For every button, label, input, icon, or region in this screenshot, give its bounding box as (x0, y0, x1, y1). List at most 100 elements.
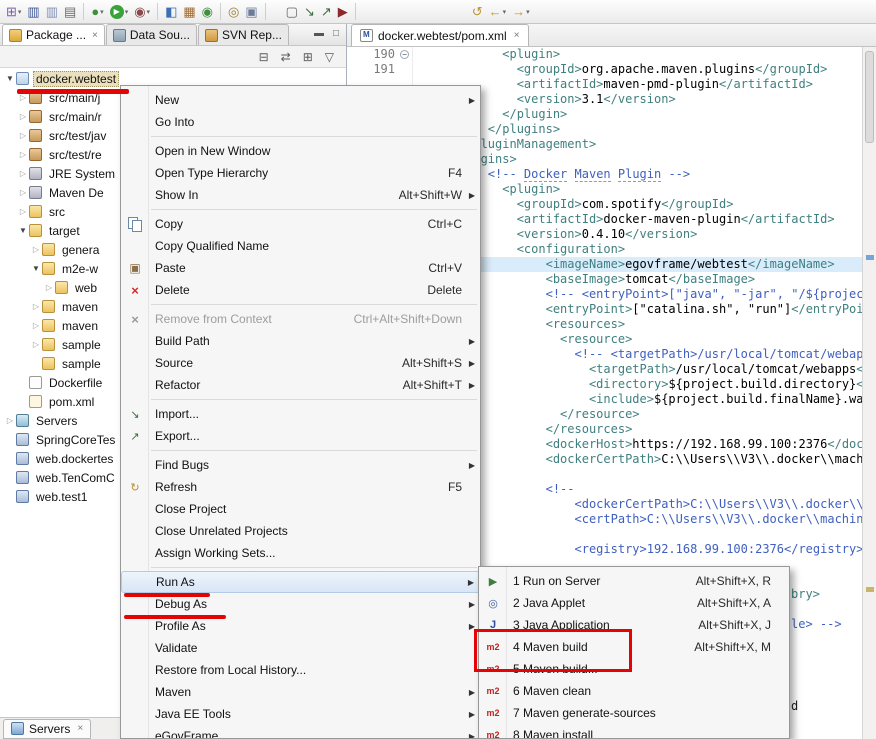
collapsed-arrow-icon[interactable]: ▷ (17, 169, 29, 178)
export-button[interactable]: ↗ (319, 2, 334, 22)
minimize-view-icon[interactable]: ▬ (314, 28, 324, 39)
expanded-arrow-icon[interactable]: ▼ (4, 74, 16, 83)
dropdown-arrow-icon[interactable]: ▾ (18, 8, 22, 16)
runas-item-7-maven-generate-sources[interactable]: m27 Maven generate-sources (479, 702, 789, 724)
maximize-view-icon[interactable]: □ (333, 28, 339, 39)
runas-item-2-java-applet[interactable]: ◎2 Java AppletAlt+Shift+X, A (479, 592, 789, 614)
export-icon: ↗ (321, 5, 332, 18)
last-edit-location-button[interactable]: ↺ (470, 2, 485, 22)
menu-item-validate[interactable]: Validate (121, 637, 480, 659)
menu-item-maven[interactable]: Maven▶ (121, 681, 480, 703)
collapsed-arrow-icon[interactable]: ▷ (17, 93, 29, 102)
collapsed-arrow-icon[interactable]: ▷ (4, 416, 16, 425)
menu-item-open-in-new-window[interactable]: Open in New Window (121, 140, 480, 162)
new-wizard-button[interactable]: ⊞▾ (4, 2, 23, 22)
save-button[interactable]: ▥ (25, 2, 41, 22)
collapsed-arrow-icon[interactable]: ▷ (17, 188, 29, 197)
menu-item-refresh[interactable]: ↻RefreshF5 (121, 476, 480, 498)
folder-icon (42, 300, 55, 313)
view-menu-icon[interactable]: ▽ (325, 50, 334, 64)
menu-item-shortcut: F5 (424, 480, 462, 494)
menu-item-show-in[interactable]: Show InAlt+Shift+W▶ (121, 184, 480, 206)
menu-item-delete[interactable]: ×DeleteDelete (121, 279, 480, 301)
menu-item-close-unrelated-projects[interactable]: Close Unrelated Projects (121, 520, 480, 542)
external-tools-button[interactable]: ◉▾ (132, 2, 152, 22)
m2-icon: m2 (484, 683, 502, 699)
link-with-editor-icon[interactable]: ⇄ (281, 50, 291, 64)
expanded-arrow-icon[interactable]: ▼ (17, 226, 29, 235)
run-button[interactable]: ▶▾ (108, 2, 131, 22)
menu-item-open-type-hierarchy[interactable]: Open Type HierarchyF4 (121, 162, 480, 184)
collapsed-arrow-icon[interactable]: ▷ (30, 321, 42, 330)
tab-label: Package ... (26, 28, 86, 42)
menu-item-java-ee-tools[interactable]: Java EE Tools▶ (121, 703, 480, 725)
new-package-button[interactable]: ▦ (181, 2, 197, 22)
dropdown-arrow-icon[interactable]: ▾ (100, 8, 104, 16)
menu-item-remove-from-context[interactable]: ×Remove from ContextCtrl+Alt+Shift+Down (121, 308, 480, 330)
open-task-icon: ▣ (245, 5, 257, 18)
collapsed-arrow-icon[interactable]: ▷ (17, 150, 29, 159)
project-icon (16, 72, 29, 85)
menu-item-restore-from-local-history[interactable]: Restore from Local History... (121, 659, 480, 681)
debug-button[interactable]: ●▾ (89, 2, 105, 22)
collapsed-arrow-icon[interactable]: ▷ (43, 283, 55, 292)
xml-icon (29, 395, 42, 408)
focus-view-icon[interactable]: ⊞ (303, 50, 313, 64)
menu-item-close-project[interactable]: Close Project (121, 498, 480, 520)
menu-item-egovframe[interactable]: eGovFrame▶ (121, 725, 480, 739)
menu-item-source[interactable]: SourceAlt+Shift+S▶ (121, 352, 480, 374)
menu-item-label: Profile As (155, 619, 206, 633)
runas-item-8-maven-install[interactable]: m28 Maven install (479, 724, 789, 739)
menu-item-paste[interactable]: ▣PasteCtrl+V (121, 257, 480, 279)
close-icon[interactable]: × (77, 723, 83, 734)
back-button[interactable]: ←▾ (487, 2, 509, 22)
overview-ruler-scrollbar[interactable] (862, 47, 876, 739)
menu-item-find-bugs[interactable]: Find Bugs▶ (121, 454, 480, 476)
collapsed-arrow-icon[interactable]: ▷ (17, 131, 29, 140)
close-icon[interactable]: × (92, 30, 98, 41)
tab-package-explorer[interactable]: Package ... × (2, 24, 105, 45)
close-icon[interactable]: × (514, 30, 520, 41)
collapsed-arrow-icon[interactable]: ▷ (17, 207, 29, 216)
collapse-all-icon[interactable]: ⊟ (259, 50, 269, 64)
menu-item-run-as[interactable]: Run As▶ (121, 571, 480, 593)
tab-servers-view[interactable]: Servers × (3, 719, 91, 739)
tab-data-source-explorer[interactable]: Data Sou... (106, 24, 197, 45)
menu-item-import[interactable]: ↘Import... (121, 403, 480, 425)
menu-item-new[interactable]: New▶ (121, 89, 480, 111)
collapsed-arrow-icon[interactable]: ▷ (30, 340, 42, 349)
new-server-button[interactable]: ▢ (284, 2, 300, 22)
dropdown-arrow-icon[interactable]: ▾ (147, 8, 151, 16)
runas-item-6-maven-clean[interactable]: m26 Maven clean (479, 680, 789, 702)
java-type-search-button[interactable]: ◎ (226, 2, 241, 22)
collapsed-arrow-icon[interactable]: ▷ (30, 302, 42, 311)
data-source-icon (113, 29, 126, 42)
save-all-button[interactable]: ▥ (44, 2, 60, 22)
new-java-project-button[interactable]: ◧ (163, 2, 179, 22)
menu-item-go-into[interactable]: Go Into (121, 111, 480, 133)
profile-button[interactable]: ▶ (336, 2, 350, 22)
menu-item-refactor[interactable]: RefactorAlt+Shift+T▶ (121, 374, 480, 396)
menu-item-export[interactable]: ↗Export... (121, 425, 480, 447)
dropdown-arrow-icon[interactable]: ▾ (125, 8, 129, 16)
forward-button[interactable]: →▾ (510, 2, 532, 22)
dropdown-arrow-icon[interactable]: ▾ (503, 8, 507, 16)
dropdown-arrow-icon[interactable]: ▾ (526, 8, 530, 16)
annotation-underline-debug-as (124, 615, 226, 619)
menu-item-copy[interactable]: CopyCtrl+C (121, 213, 480, 235)
collapsed-arrow-icon[interactable]: ▷ (30, 245, 42, 254)
runas-item-1-run-on-server[interactable]: ▶1 Run on ServerAlt+Shift+X, R (479, 570, 789, 592)
new-class-button[interactable]: ◉ (200, 2, 215, 22)
tab-pom-xml-editor[interactable]: docker.webtest/pom.xml × (351, 24, 529, 46)
open-task-button[interactable]: ▣ (243, 2, 259, 22)
print-button[interactable]: ▤ (62, 2, 78, 22)
tab-svn-repositories[interactable]: SVN Rep... (198, 24, 289, 45)
blank-icon (126, 238, 144, 254)
scrollbar-thumb[interactable] (865, 51, 874, 143)
import-button[interactable]: ↘ (302, 2, 317, 22)
menu-item-assign-working-sets[interactable]: Assign Working Sets... (121, 542, 480, 564)
expanded-arrow-icon[interactable]: ▼ (30, 264, 42, 273)
menu-item-copy-qualified-name[interactable]: Copy Qualified Name (121, 235, 480, 257)
menu-item-build-path[interactable]: Build Path▶ (121, 330, 480, 352)
collapsed-arrow-icon[interactable]: ▷ (17, 112, 29, 121)
